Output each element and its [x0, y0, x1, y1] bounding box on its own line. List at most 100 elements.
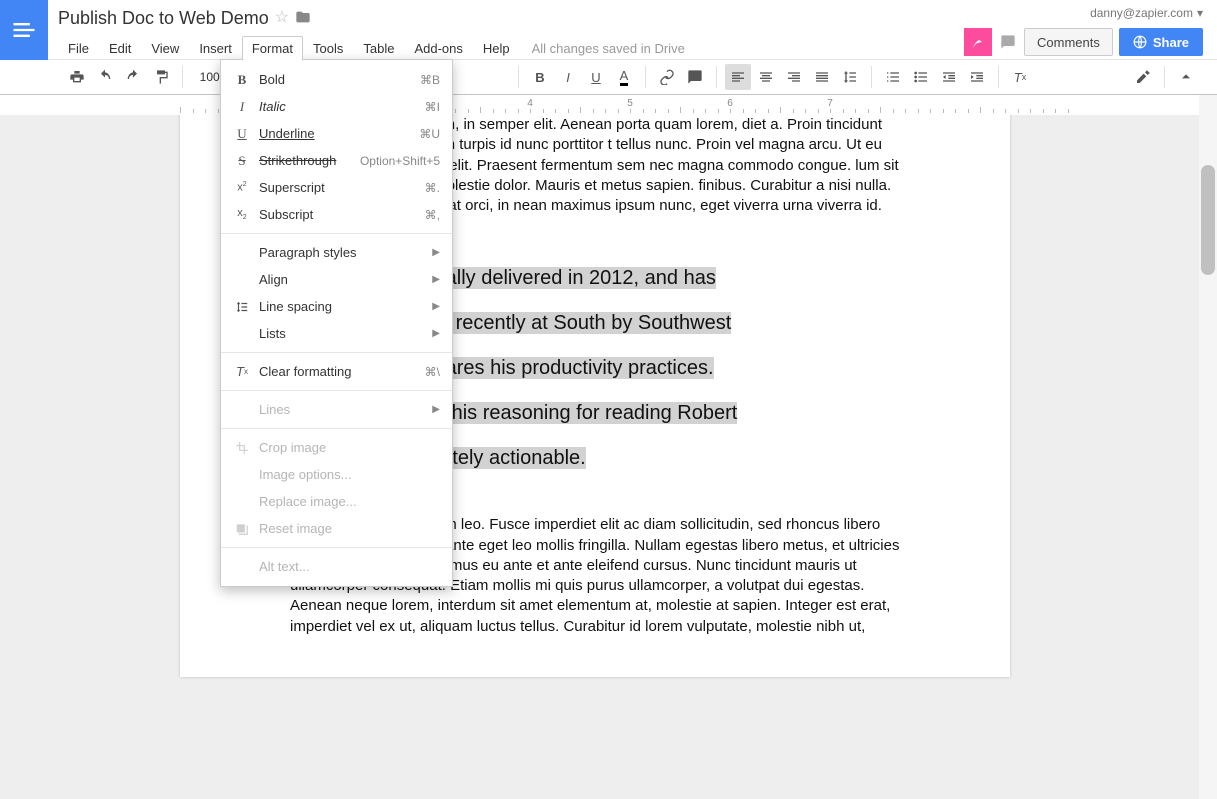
chevron-up-icon[interactable] [1173, 64, 1199, 90]
format-menu-image-options-: Image options... [221, 461, 452, 488]
format-menu-clear-formatting[interactable]: TxClear formatting⌘\ [221, 358, 452, 385]
doc-title[interactable]: Publish Doc to Web Demo [58, 8, 269, 29]
chat-icon[interactable] [998, 32, 1018, 52]
submenu-arrow-icon: ▶ [432, 274, 440, 285]
docs-logo-icon [10, 16, 38, 44]
paint-format-icon[interactable] [148, 64, 174, 90]
shortcut-label: ⌘I [425, 100, 440, 114]
format-menu-subscript[interactable]: x2Subscript⌘, [221, 201, 452, 228]
menu-item-label: Subscript [253, 207, 425, 222]
comments-button[interactable]: Comments [1024, 28, 1113, 56]
underline-icon[interactable]: U [583, 64, 609, 90]
format-menu-dropdown: BBold⌘BIItalic⌘IUUnderline⌘USStrikethrou… [220, 59, 453, 587]
link-icon[interactable] [654, 64, 680, 90]
vertical-scrollbar[interactable] [1199, 95, 1217, 799]
indent-icon[interactable] [964, 64, 990, 90]
menu-item-label: Underline [253, 126, 419, 141]
menu-item-label: Clear formatting [253, 364, 425, 379]
align-center-icon[interactable] [753, 64, 779, 90]
ruler-number: 5 [627, 98, 633, 109]
format-menu-italic[interactable]: IItalic⌘I [221, 93, 452, 120]
format-menu-align[interactable]: Align▶ [221, 266, 452, 293]
account-email[interactable]: danny@zapier.com ▾ [1090, 6, 1203, 20]
toolbar: 100% B I U A [0, 60, 1217, 95]
align-justify-icon[interactable] [809, 64, 835, 90]
docs-logo[interactable] [0, 0, 48, 60]
menu-item-label: Crop image [253, 440, 440, 455]
menu-table[interactable]: Table [353, 36, 404, 61]
format-menu-superscript[interactable]: x2Superscript⌘. [221, 174, 452, 201]
globe-icon [1133, 35, 1147, 49]
bulleted-list-icon[interactable] [908, 64, 934, 90]
document-canvas: endisse vel rhoncus nibh, in semper elit… [0, 115, 1199, 799]
format-menu-line-spacing[interactable]: Line spacing▶ [221, 293, 452, 320]
menu-item-label: Reset image [253, 521, 440, 536]
chevron-down-icon: ▾ [1197, 6, 1203, 20]
zapier-icon[interactable] [964, 28, 992, 56]
menu-item-label: Line spacing [253, 299, 432, 314]
italic-icon[interactable]: I [555, 64, 581, 90]
ls-icon [231, 300, 253, 314]
x²-icon: x2 [231, 181, 253, 194]
numbered-list-icon[interactable] [880, 64, 906, 90]
shortcut-label: ⌘\ [425, 365, 440, 379]
ruler-number: 4 [527, 98, 533, 109]
format-menu-crop-image: Crop image [221, 434, 452, 461]
align-right-icon[interactable] [781, 64, 807, 90]
clear-format-icon[interactable]: Tx [1007, 64, 1033, 90]
format-menu-reset-image: Reset image [221, 515, 452, 542]
format-menu-lines: Lines▶ [221, 396, 452, 423]
S-icon: S [231, 153, 253, 169]
shortcut-label: ⌘, [425, 208, 440, 222]
menu-item-label: Lines [253, 402, 432, 417]
align-left-icon[interactable] [725, 64, 751, 90]
menu-item-label: Strikethrough [253, 153, 360, 168]
menu-item-label: Bold [253, 72, 420, 87]
bold-icon[interactable]: B [527, 64, 553, 90]
submenu-arrow-icon: ▶ [432, 301, 440, 312]
shortcut-label: ⌘U [419, 127, 440, 141]
Tx-icon: Tx [231, 364, 253, 379]
shortcut-label: Option+Shift+5 [360, 154, 440, 168]
menu-file[interactable]: File [58, 36, 99, 61]
text-color-icon[interactable]: A [611, 64, 637, 90]
I-icon: I [231, 99, 253, 115]
redo-icon[interactable] [120, 64, 146, 90]
format-menu-paragraph-styles[interactable]: Paragraph styles▶ [221, 239, 452, 266]
U-icon: U [231, 126, 253, 142]
format-menu-alt-text-: Alt text... [221, 553, 452, 580]
menu-help[interactable]: Help [473, 36, 520, 61]
format-menu-lists[interactable]: Lists▶ [221, 320, 452, 347]
star-icon[interactable]: ☆ [275, 7, 289, 27]
menu-insert[interactable]: Insert [189, 36, 242, 61]
line-spacing-icon[interactable] [837, 64, 863, 90]
menu-item-label: Superscript [253, 180, 425, 195]
ruler-number: 6 [727, 98, 733, 109]
save-status: All changes saved in Drive [532, 41, 685, 56]
reset-icon [231, 522, 253, 536]
submenu-arrow-icon: ▶ [432, 404, 440, 415]
ruler[interactable]: 1234567 [0, 95, 1217, 115]
submenu-arrow-icon: ▶ [432, 328, 440, 339]
menu-item-label: Replace image... [253, 494, 440, 509]
menu-edit[interactable]: Edit [99, 36, 141, 61]
edit-mode-icon[interactable] [1130, 64, 1156, 90]
undo-icon[interactable] [92, 64, 118, 90]
menu-addons[interactable]: Add-ons [404, 36, 472, 61]
outdent-icon[interactable] [936, 64, 962, 90]
menu-item-label: Italic [253, 99, 425, 114]
format-menu-underline[interactable]: UUnderline⌘U [221, 120, 452, 147]
scrollbar-thumb[interactable] [1201, 165, 1215, 275]
menu-view[interactable]: View [141, 36, 189, 61]
print-icon[interactable] [64, 64, 90, 90]
format-menu-bold[interactable]: BBold⌘B [221, 66, 452, 93]
share-button[interactable]: Share [1119, 28, 1203, 56]
format-menu-strikethrough[interactable]: SStrikethroughOption+Shift+5 [221, 147, 452, 174]
folder-icon[interactable] [295, 9, 311, 28]
menu-format[interactable]: Format [242, 36, 303, 61]
format-menu-replace-image-: Replace image... [221, 488, 452, 515]
menu-tools[interactable]: Tools [303, 36, 353, 61]
menu-bar: File Edit View Insert Format Tools Table… [58, 34, 954, 62]
comment-icon[interactable] [682, 64, 708, 90]
submenu-arrow-icon: ▶ [432, 247, 440, 258]
